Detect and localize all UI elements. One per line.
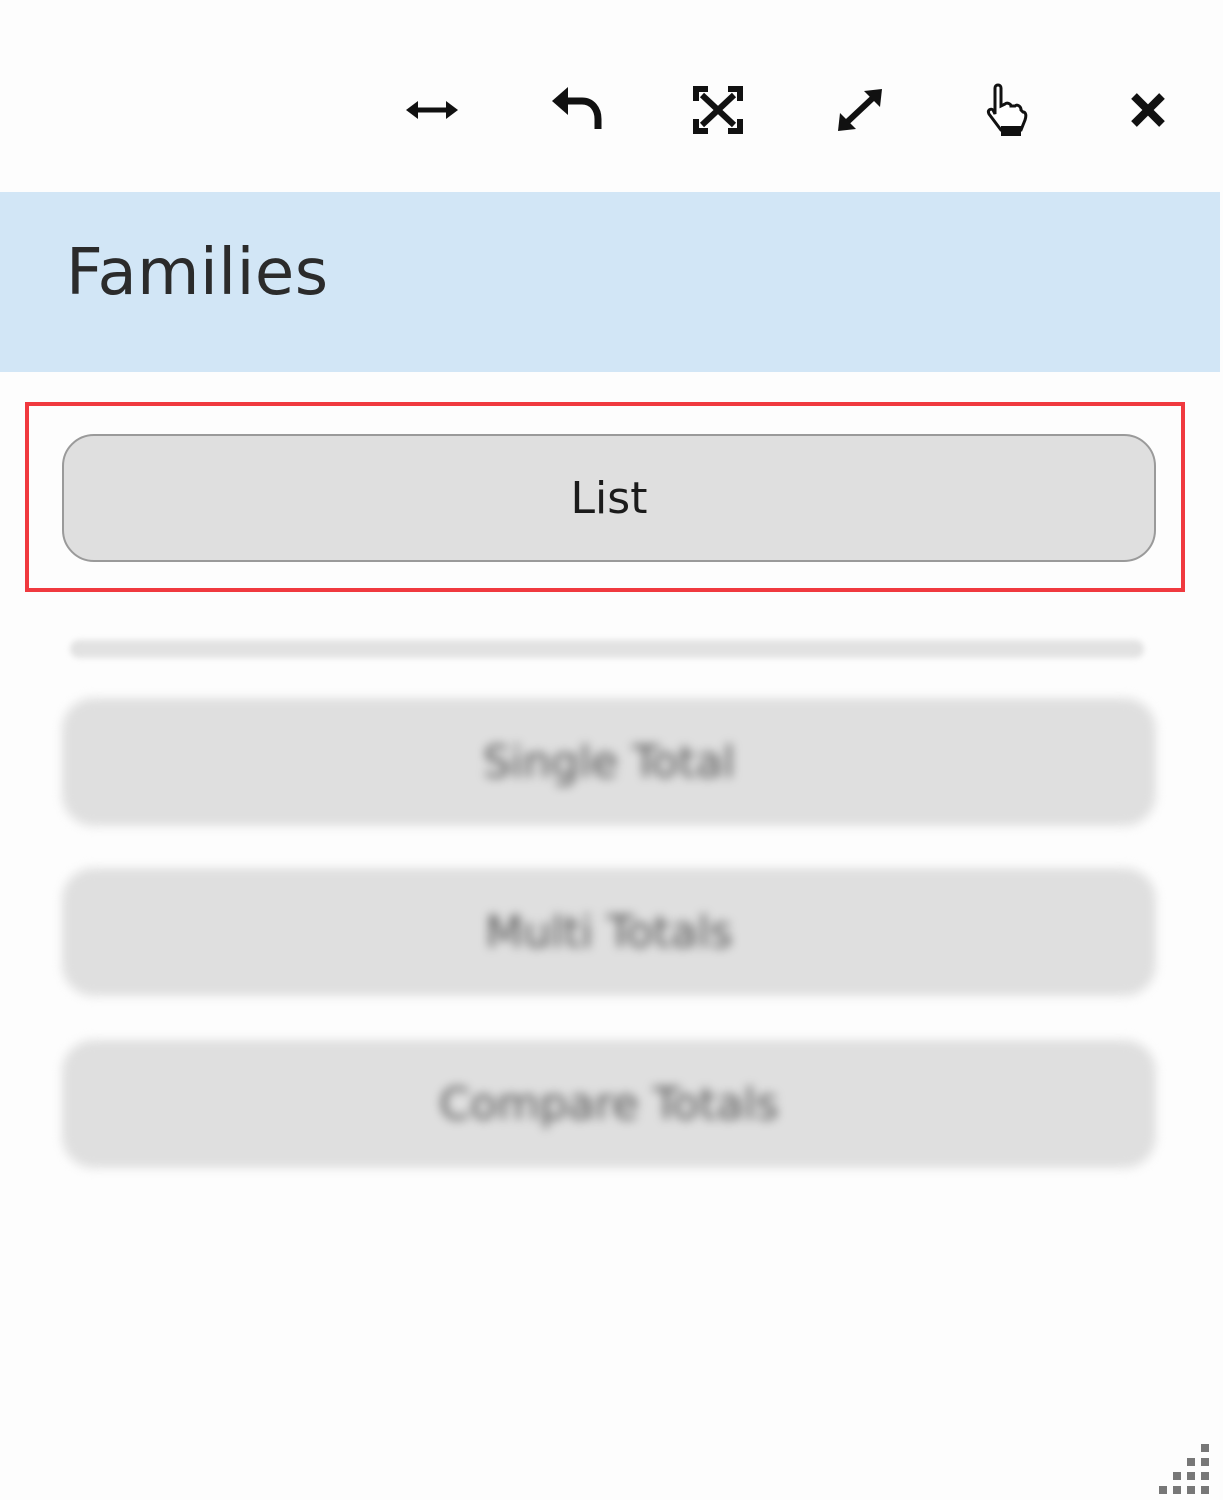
undo-icon[interactable] bbox=[544, 80, 608, 140]
expand-icon[interactable] bbox=[828, 80, 892, 140]
resize-horizontal-icon[interactable] bbox=[400, 80, 464, 140]
multi-totals-button[interactable]: Multi Totals bbox=[62, 868, 1156, 996]
list-button[interactable]: List bbox=[62, 434, 1156, 562]
panel-title: Families bbox=[66, 236, 329, 310]
dialog-panel: Families List Single Total Multi Totals … bbox=[0, 0, 1223, 1500]
panel-header: Families bbox=[0, 192, 1220, 372]
compare-totals-button[interactable]: Compare Totals bbox=[62, 1040, 1156, 1168]
resize-grip-icon[interactable] bbox=[1157, 1440, 1213, 1496]
divider bbox=[70, 640, 1144, 658]
hand-pointer-icon[interactable] bbox=[972, 80, 1036, 140]
fit-screen-icon[interactable] bbox=[686, 80, 750, 140]
single-total-button[interactable]: Single Total bbox=[62, 698, 1156, 826]
toolbar bbox=[0, 0, 1223, 190]
close-icon[interactable] bbox=[1116, 80, 1180, 140]
